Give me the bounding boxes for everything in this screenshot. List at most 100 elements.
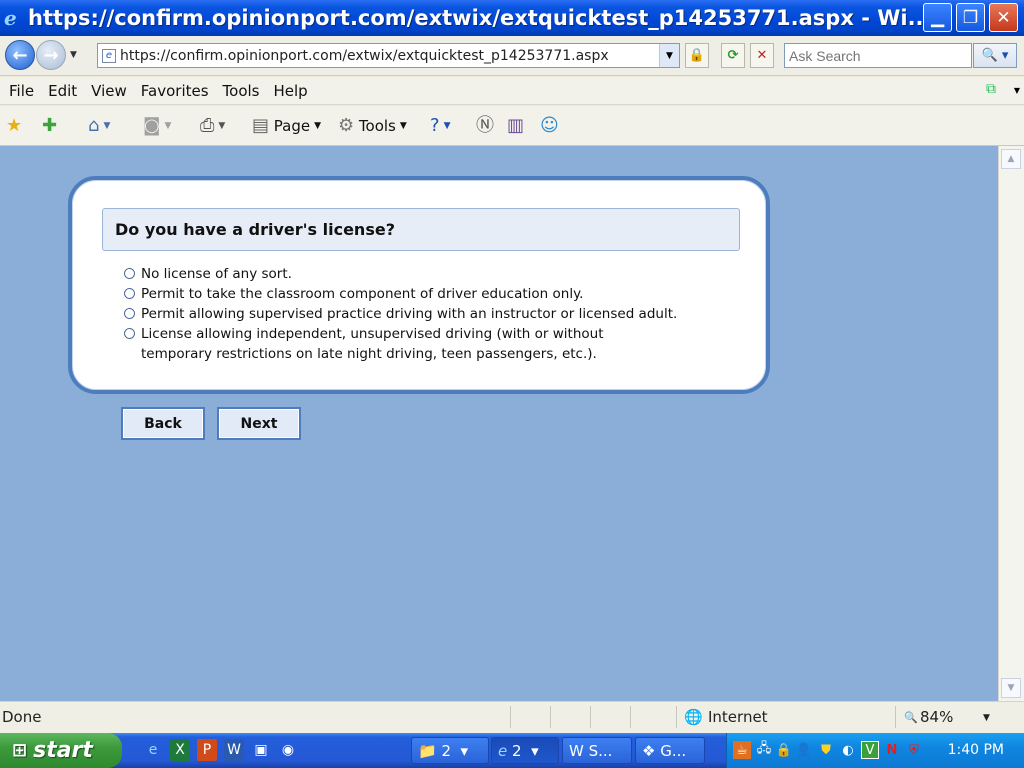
menu-tools[interactable]: Tools <box>223 82 260 100</box>
search-input[interactable] <box>784 43 972 68</box>
messenger-button[interactable]: ☺ <box>540 114 559 138</box>
print-dropdown-icon[interactable]: ▼ <box>218 121 225 131</box>
feeds-dropdown-icon[interactable]: ▼ <box>164 121 171 131</box>
help-dropdown-icon[interactable]: ▼ <box>444 121 451 131</box>
taskbar-item-app[interactable]: ❖ G... <box>635 737 705 764</box>
taskbar-group-count: 2 <box>512 741 522 760</box>
desktop-icon[interactable]: ▣ <box>251 739 271 761</box>
scroll-up-icon[interactable]: ▲ <box>1001 149 1021 169</box>
scroll-down-icon[interactable]: ▼ <box>1001 678 1021 698</box>
vertical-scrollbar[interactable]: ▲ ▼ <box>998 146 1024 701</box>
forward-button[interactable]: → <box>36 40 66 70</box>
search-icon: 🔍 ▾ <box>981 48 1009 63</box>
stop-button[interactable]: ✕ <box>750 43 774 68</box>
print-button[interactable]: ⎙ ▼ <box>200 114 225 138</box>
address-dropdown-icon[interactable]: ▼ <box>659 44 679 67</box>
system-tray: ☕ 🖧 🔒 👤 ⛊ ◐ V N ⛨ 1:40 PM <box>726 733 1024 768</box>
option-row[interactable]: No license of any sort. <box>124 264 724 284</box>
home-dropdown-icon[interactable]: ▼ <box>103 121 110 131</box>
research-button[interactable]: Ⓝ <box>476 114 494 138</box>
radio-button[interactable] <box>124 268 135 279</box>
back-button[interactable]: Back <box>121 407 205 440</box>
network-icon[interactable]: 🖧 <box>755 741 773 759</box>
minimize-button[interactable]: ▁ <box>923 3 952 32</box>
option-row[interactable]: Permit to take the classroom component o… <box>124 284 724 304</box>
translate-icon[interactable]: ⧉ <box>986 81 1006 99</box>
restore-button[interactable]: ❐ <box>956 3 985 32</box>
address-url[interactable]: https://confirm.opinionport.com/extwix/e… <box>120 48 609 64</box>
favorites-center-button[interactable]: ★ <box>6 114 22 138</box>
windows-flag-icon: ⊞ <box>12 740 28 761</box>
menu-file[interactable]: File <box>9 82 34 100</box>
option-row[interactable]: License allowing independent, unsupervis… <box>124 324 724 364</box>
home-button[interactable]: ⌂ ▼ <box>88 114 110 138</box>
radio-button[interactable] <box>124 308 135 319</box>
shield-icon[interactable]: ⛊ <box>817 741 835 759</box>
lock-icon[interactable]: 🔒 <box>685 43 709 68</box>
translate-dropdown-icon[interactable]: ▼ <box>1014 86 1020 95</box>
option-label[interactable]: Permit allowing supervised practice driv… <box>141 304 677 324</box>
taskbar-item-word[interactable]: W S... <box>562 737 632 764</box>
answer-options: No license of any sort. Permit to take t… <box>124 264 724 364</box>
norton-icon[interactable]: N <box>883 741 901 759</box>
lock-icon[interactable]: 🔒 <box>775 741 793 759</box>
internet-explorer-icon: e <box>498 741 508 760</box>
internet-explorer-icon[interactable]: e <box>143 739 163 761</box>
add-favorites-button[interactable]: ✚ <box>42 114 57 138</box>
close-button[interactable]: ✕ <box>989 3 1018 32</box>
user-icon[interactable]: 👤 <box>795 741 813 759</box>
close-icon: ✕ <box>996 7 1011 28</box>
menu-edit[interactable]: Edit <box>48 82 77 100</box>
star-icon: ★ <box>6 115 23 136</box>
page-menu-label: Page <box>273 117 311 135</box>
excel-icon[interactable]: X <box>170 739 190 761</box>
refresh-button[interactable]: ⟳ <box>721 43 745 68</box>
recent-pages-dropdown-icon[interactable]: ▼ <box>70 50 77 60</box>
word-icon[interactable]: W <box>224 739 244 761</box>
gear-icon: ⚙ <box>338 115 355 136</box>
option-label[interactable]: No license of any sort. <box>141 264 292 284</box>
zoom-dropdown-icon[interactable]: ▼ <box>983 713 990 723</box>
media-player-icon[interactable]: ◉ <box>278 739 298 761</box>
taskbar-group-folders[interactable]: 📁 2 ▾ <box>411 737 489 764</box>
radio-button[interactable] <box>124 288 135 299</box>
search-button[interactable]: 🔍 ▾ <box>973 43 1017 68</box>
feeds-button[interactable]: ◙ ▼ <box>143 114 171 138</box>
question-title: Do you have a driver's license? <box>102 208 740 251</box>
books-icon: ▥ <box>507 115 525 136</box>
reference-button[interactable]: ▥ <box>507 114 524 138</box>
option-label[interactable]: Permit to take the classroom component o… <box>141 284 583 304</box>
vnc-icon[interactable]: V <box>861 741 879 759</box>
taskbar-group-ie[interactable]: e 2 ▾ <box>491 737 559 764</box>
window-title: https://confirm.opinionport.com/extwix/e… <box>28 6 923 30</box>
page-menu-button[interactable]: ▤ Page ▼ <box>252 114 321 138</box>
restore-icon: ❐ <box>962 7 979 28</box>
taskbar-item-label: S... <box>588 741 613 760</box>
menu-help[interactable]: Help <box>274 82 308 100</box>
menu-view[interactable]: View <box>91 82 127 100</box>
java-icon[interactable]: ☕ <box>733 741 751 759</box>
command-bar: ★ ✚ ⌂ ▼ ◙ ▼ ⎙ ▼ ▤ Page ▼ ⚙ Tools ▼ ? ▼ Ⓝ ▥ ☺ <box>0 106 1024 146</box>
radio-button[interactable] <box>124 328 135 339</box>
messenger-icon: ☺ <box>540 115 559 136</box>
start-button[interactable]: ⊞ start <box>0 733 122 768</box>
option-label[interactable]: License allowing independent, unsupervis… <box>141 324 651 364</box>
back-button[interactable]: ← <box>5 40 35 70</box>
option-row[interactable]: Permit allowing supervised practice driv… <box>124 304 724 324</box>
zoom-level[interactable]: 84% <box>920 708 953 726</box>
folder-icon: 📁 <box>418 741 437 760</box>
menu-favorites[interactable]: Favorites <box>141 82 209 100</box>
next-button[interactable]: Next <box>217 407 301 440</box>
address-field[interactable]: e https://confirm.opinionport.com/extwix… <box>97 43 680 68</box>
powerpoint-icon[interactable]: P <box>197 739 217 761</box>
security-shield-icon[interactable]: ⛨ <box>905 741 923 759</box>
word-doc-icon: W <box>569 741 584 760</box>
tools-menu-button[interactable]: ⚙ Tools ▼ <box>338 114 407 138</box>
stop-icon: ✕ <box>756 48 768 63</box>
antivirus-icon[interactable]: ◐ <box>839 741 857 759</box>
zoom-icon: 🔍 <box>904 711 918 724</box>
page-viewport: Do you have a driver's license? No licen… <box>0 146 998 701</box>
globe-icon: 🌐 <box>684 708 703 726</box>
clock[interactable]: 1:40 PM <box>948 742 1004 758</box>
help-button[interactable]: ? ▼ <box>430 114 450 138</box>
